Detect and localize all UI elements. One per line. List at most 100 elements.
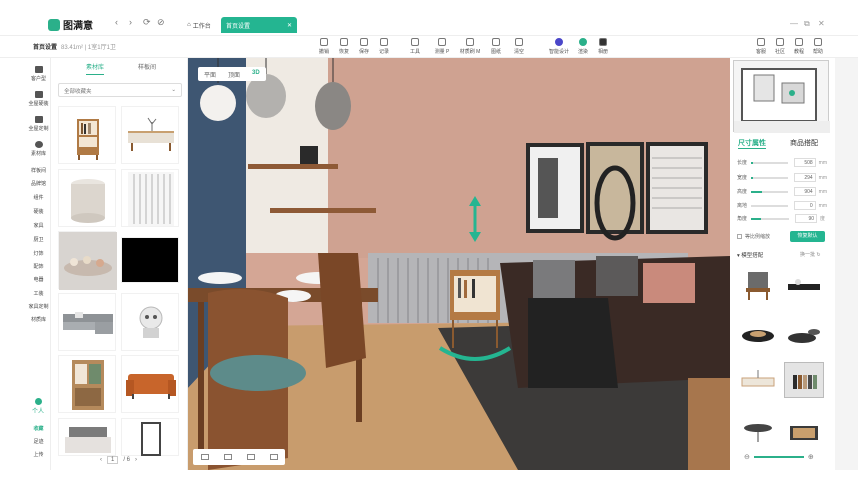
match-item-books[interactable]: [784, 362, 824, 398]
height-input[interactable]: 904: [794, 187, 816, 196]
material-tall-cabinet[interactable]: [121, 418, 179, 456]
length-slider[interactable]: [750, 161, 788, 164]
minimize-button[interactable]: —: [790, 19, 798, 28]
rail-item-10[interactable]: 灯饰: [26, 250, 51, 257]
rail-item-9[interactable]: 厨卫: [26, 236, 51, 243]
side-table-thumb: [128, 117, 174, 151]
rail-item-6[interactable]: 组件: [26, 194, 51, 201]
link-button[interactable]: ⊘: [157, 17, 165, 28]
rail-item-12[interactable]: 电器: [26, 276, 51, 283]
rail-item-13[interactable]: 工装: [26, 290, 51, 297]
material-robot-figure[interactable]: [121, 293, 179, 351]
match-item-sideboard[interactable]: [738, 362, 778, 398]
image-icon[interactable]: [269, 454, 278, 460]
rail-item-15[interactable]: 材质库: [26, 316, 51, 323]
match-item-chair[interactable]: [738, 266, 778, 302]
view-3d-tab[interactable]: 3D: [246, 67, 266, 81]
match-item-plates[interactable]: [738, 318, 778, 354]
match-item-side-tables[interactable]: [738, 412, 778, 448]
match-item-table-set[interactable]: [784, 412, 824, 448]
zoom-slider[interactable]: [753, 456, 804, 458]
rail-personal[interactable]: 个人: [28, 398, 48, 415]
refresh-button[interactable]: ⟳: [143, 17, 151, 28]
tab-size-props[interactable]: 尺寸属性: [738, 138, 766, 149]
height-slider[interactable]: [750, 190, 788, 193]
eye-icon[interactable]: [200, 454, 209, 460]
rail-item-4[interactable]: 样板间: [26, 167, 51, 174]
rail-item-14[interactable]: 家具定制: [26, 303, 51, 310]
rail-item-0[interactable]: 客户型: [26, 66, 51, 82]
help-icon: [814, 38, 822, 46]
chair-thumb: [746, 272, 770, 300]
material-figurines[interactable]: [58, 231, 117, 290]
rail-collect[interactable]: 收藏: [26, 425, 51, 432]
measure-button[interactable]: 测量 P: [428, 38, 456, 58]
ai-design-button[interactable]: 智能设计: [546, 38, 572, 58]
swap-batch-button[interactable]: 换一批 ↻: [800, 251, 821, 258]
material-side-table[interactable]: [121, 106, 179, 164]
grid-icon[interactable]: [223, 454, 232, 460]
album-button[interactable]: 相册: [591, 38, 615, 58]
clear-button[interactable]: 清空: [507, 38, 531, 58]
brush-button[interactable]: 材质刷 M: [455, 38, 485, 58]
rail-recent[interactable]: 足迹: [26, 438, 51, 445]
tab-workbench[interactable]: ⌂ 工作台: [179, 17, 219, 33]
width-input[interactable]: 294: [794, 173, 816, 182]
zoom-in-button[interactable]: ⊕: [808, 453, 814, 461]
material-stool[interactable]: [58, 169, 116, 227]
material-curtain[interactable]: [121, 169, 179, 227]
rail-item-2[interactable]: 全屋定制: [26, 116, 51, 132]
rail-item-3[interactable]: 素材库: [26, 141, 51, 157]
rail-item-11[interactable]: 配饰: [26, 263, 51, 270]
prev-page-button[interactable]: ‹: [100, 457, 102, 463]
rail-item-7[interactable]: 硬装: [26, 208, 51, 215]
length-input[interactable]: 508: [794, 158, 816, 167]
checkbox[interactable]: [737, 234, 742, 239]
elevation-slider[interactable]: [750, 204, 788, 207]
drawing-button[interactable]: 图纸: [484, 38, 508, 58]
material-bookshelf[interactable]: [58, 106, 116, 164]
next-page-button[interactable]: ›: [135, 457, 137, 463]
material-black-panel[interactable]: [121, 237, 179, 283]
help-button[interactable]: 帮助: [806, 38, 830, 58]
material-sofa[interactable]: [58, 293, 116, 351]
close-button[interactable]: ✕: [818, 19, 825, 28]
zoom-control: ⊖ ⊕: [730, 449, 830, 465]
tab-material[interactable]: 素材库: [86, 62, 105, 75]
angle-input[interactable]: 90: [795, 214, 817, 223]
material-cabinet[interactable]: [58, 355, 116, 413]
tab-sample[interactable]: 样板间: [138, 62, 156, 71]
forward-button[interactable]: ›: [129, 17, 132, 27]
tab-product-match[interactable]: 商品搭配: [790, 138, 818, 148]
3d-viewport[interactable]: [188, 58, 730, 470]
close-tab-icon[interactable]: ✕: [287, 22, 292, 29]
rail-item-1[interactable]: 全屋硬装: [26, 91, 51, 107]
cabinet-thumb: [72, 360, 104, 410]
tool-button[interactable]: 工具: [403, 38, 427, 58]
history-button[interactable]: 记录: [372, 38, 396, 58]
zoom-out-button[interactable]: ⊖: [744, 453, 750, 461]
page-input[interactable]: 1: [107, 456, 119, 464]
proportional-lock[interactable]: 等比例缩放: [737, 233, 770, 240]
minimap[interactable]: [733, 60, 830, 133]
frame-icon[interactable]: [246, 454, 255, 460]
rail-upload[interactable]: 上传: [26, 451, 51, 458]
back-button[interactable]: ‹: [115, 17, 118, 27]
angle-slider[interactable]: [751, 217, 789, 220]
side-tables-thumb: [744, 424, 772, 442]
reset-default-button[interactable]: 恢复默认: [790, 231, 825, 242]
rail-item-5[interactable]: 品牌馆: [26, 180, 51, 187]
view-ceiling-tab[interactable]: 顶面: [222, 67, 246, 81]
view-plan-tab[interactable]: 平面: [198, 67, 222, 81]
restore-button[interactable]: ⧉: [804, 19, 810, 29]
tab-home-settings[interactable]: 首页设置 ✕: [221, 17, 297, 33]
rail-item-8[interactable]: 家具: [26, 222, 51, 229]
material-armchair[interactable]: [121, 355, 179, 413]
match-item-coffee-table[interactable]: [784, 318, 824, 354]
elevation-input[interactable]: 0: [794, 201, 816, 210]
category-select[interactable]: 全部收藏夹 ⌄: [58, 83, 182, 97]
match-item-tray[interactable]: [784, 266, 824, 302]
width-slider[interactable]: [750, 176, 788, 179]
model-match-title[interactable]: ▾ 模型搭配: [737, 251, 763, 259]
material-bed[interactable]: [58, 418, 116, 456]
